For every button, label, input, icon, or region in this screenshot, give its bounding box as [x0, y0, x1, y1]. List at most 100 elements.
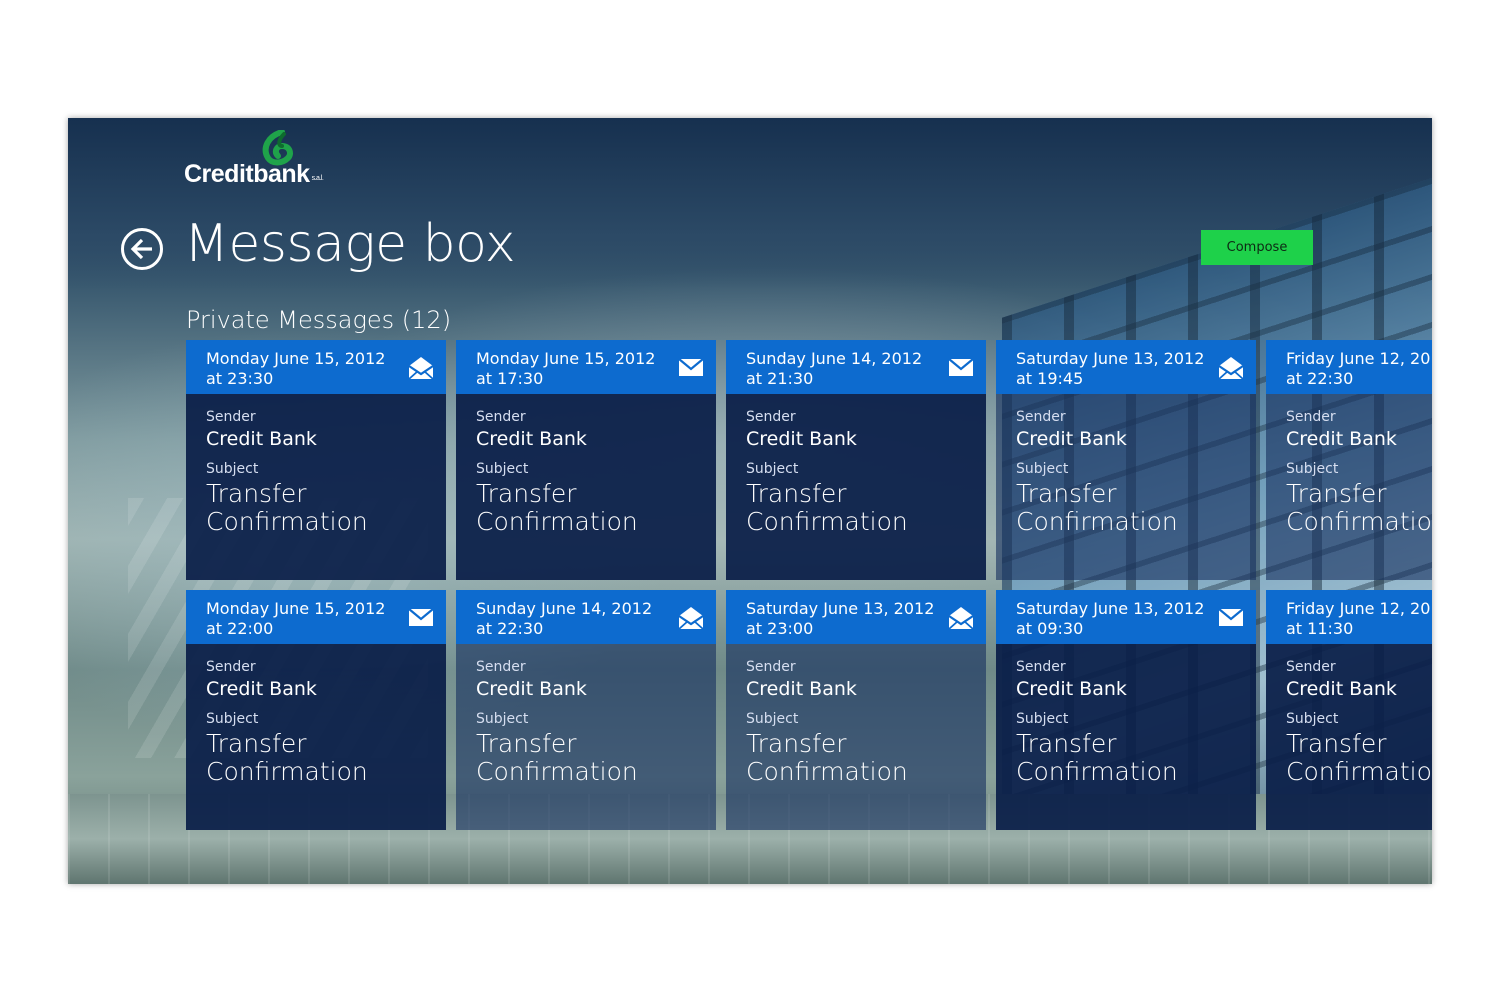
- sender-value: Credit Bank: [746, 678, 857, 700]
- message-time: at 22:30: [1286, 369, 1354, 388]
- subject-line-2: Confirmation: [1286, 757, 1432, 786]
- subject-label: Subject: [746, 461, 799, 477]
- subject-label: Subject: [206, 461, 259, 477]
- page-title: Message box: [184, 214, 516, 274]
- message-date: Friday June 12, 2012: [1286, 599, 1432, 618]
- sender-value: Credit Bank: [206, 428, 317, 450]
- subject-line-2: Confirmation: [206, 757, 368, 786]
- message-card-body: Sender Credit Bank Subject Transfer Conf…: [456, 394, 716, 580]
- subject-line-2: Confirmation: [746, 757, 908, 786]
- brand-name: Creditbank s.a.l.: [184, 160, 324, 188]
- sender-value: Credit Bank: [1016, 428, 1127, 450]
- subject-label: Subject: [1016, 461, 1069, 477]
- sender-label: Sender: [1286, 659, 1336, 675]
- subject-line-1: Transfer: [476, 479, 577, 508]
- message-card[interactable]: Friday June 12, 2012 at 22:30 Sender Cre…: [1266, 340, 1432, 580]
- subject-label: Subject: [1016, 711, 1069, 727]
- subject-label: Subject: [476, 461, 529, 477]
- message-card-body: Sender Credit Bank Subject Transfer Conf…: [186, 394, 446, 580]
- message-card-body: Sender Credit Bank Subject Transfer Conf…: [456, 644, 716, 830]
- sender-value: Credit Bank: [746, 428, 857, 450]
- subject-label: Subject: [1286, 711, 1339, 727]
- message-card-header: Saturday June 13, 2012 at 19:45: [996, 340, 1256, 394]
- sender-value: Credit Bank: [476, 428, 587, 450]
- message-time: at 11:30: [1286, 619, 1354, 638]
- subject-line-2: Confirmation: [1016, 507, 1178, 536]
- subject-line-2: Confirmation: [476, 507, 638, 536]
- subject-line-2: Confirmation: [1286, 507, 1432, 536]
- message-card-body: Sender Credit Bank Subject Transfer Conf…: [726, 644, 986, 830]
- message-card-body: Sender Credit Bank Subject Transfer Conf…: [1266, 394, 1432, 580]
- message-card-body: Sender Credit Bank Subject Transfer Conf…: [996, 394, 1256, 580]
- message-card[interactable]: Saturday June 13, 2012 at 23:00 Sender C…: [726, 590, 986, 830]
- brand-suffix: s.a.l.: [311, 175, 324, 182]
- section-title: Private Messages (12): [186, 306, 452, 334]
- message-card[interactable]: Saturday June 13, 2012 at 09:30 Sender C…: [996, 590, 1256, 830]
- subject-label: Subject: [746, 711, 799, 727]
- back-button[interactable]: [121, 228, 163, 270]
- subject-line-1: Transfer: [476, 729, 577, 758]
- subject-line-2: Confirmation: [206, 507, 368, 536]
- message-card[interactable]: Sunday June 14, 2012 at 22:30 Sender Cre…: [456, 590, 716, 830]
- compose-button[interactable]: Compose: [1201, 230, 1313, 265]
- sender-value: Credit Bank: [476, 678, 587, 700]
- message-card-header: Saturday June 13, 2012 at 09:30: [996, 590, 1256, 644]
- subject-line-1: Transfer: [1016, 479, 1117, 508]
- subject-line-2: Confirmation: [746, 507, 908, 536]
- message-card[interactable]: Monday June 15, 2012 at 23:30 Sender Cre…: [186, 340, 446, 580]
- open-envelope-icon: [408, 356, 434, 380]
- open-envelope-icon: [678, 606, 704, 630]
- message-card-body: Sender Credit Bank Subject Transfer Conf…: [726, 394, 986, 580]
- subject-line-1: Transfer: [206, 729, 307, 758]
- message-card-header: Sunday June 14, 2012 at 21:30: [726, 340, 986, 394]
- sender-label: Sender: [746, 409, 796, 425]
- message-card-body: Sender Credit Bank Subject Transfer Conf…: [186, 644, 446, 830]
- message-card-body: Sender Credit Bank Subject Transfer Conf…: [996, 644, 1256, 830]
- sender-label: Sender: [1016, 659, 1066, 675]
- sender-label: Sender: [746, 659, 796, 675]
- subject-line-1: Transfer: [1286, 479, 1387, 508]
- sender-label: Sender: [476, 659, 526, 675]
- message-grid: Monday June 15, 2012 at 23:30 Sender Cre…: [186, 340, 1432, 830]
- message-date: Friday June 12, 2012: [1286, 349, 1432, 368]
- message-card[interactable]: Sunday June 14, 2012 at 21:30 Sender Cre…: [726, 340, 986, 580]
- open-envelope-icon: [948, 606, 974, 630]
- message-card[interactable]: Monday June 15, 2012 at 17:30 Sender Cre…: [456, 340, 716, 580]
- message-card[interactable]: Friday June 12, 2012 at 11:30 Sender Cre…: [1266, 590, 1432, 830]
- sender-label: Sender: [1016, 409, 1066, 425]
- message-card[interactable]: Monday June 15, 2012 at 22:00 Sender Cre…: [186, 590, 446, 830]
- subject-line-2: Confirmation: [476, 757, 638, 786]
- subject-label: Subject: [476, 711, 529, 727]
- subject-line-1: Transfer: [746, 479, 847, 508]
- sender-value: Credit Bank: [1286, 428, 1397, 450]
- sender-value: Credit Bank: [1016, 678, 1127, 700]
- open-envelope-icon: [1218, 356, 1244, 380]
- message-card-header: Friday June 12, 2012 at 22:30: [1266, 340, 1432, 394]
- message-card[interactable]: Saturday June 13, 2012 at 19:45 Sender C…: [996, 340, 1256, 580]
- subject-label: Subject: [1286, 461, 1339, 477]
- envelope-icon: [1218, 606, 1244, 628]
- subject-line-2: Confirmation: [1016, 757, 1178, 786]
- message-card-header: Monday June 15, 2012 at 23:30: [186, 340, 446, 394]
- envelope-icon: [948, 356, 974, 378]
- sender-value: Credit Bank: [206, 678, 317, 700]
- sender-label: Sender: [1286, 409, 1336, 425]
- subject-label: Subject: [206, 711, 259, 727]
- sender-label: Sender: [476, 409, 526, 425]
- sender-label: Sender: [206, 659, 256, 675]
- creditbank-logo: Creditbank s.a.l.: [184, 130, 324, 192]
- sender-value: Credit Bank: [1286, 678, 1397, 700]
- app-window: Creditbank s.a.l. Message box Compose Pri…: [68, 118, 1432, 884]
- message-card-header: Monday June 15, 2012 at 17:30: [456, 340, 716, 394]
- message-card-header: Monday June 15, 2012 at 22:00: [186, 590, 446, 644]
- back-arrow-icon: [130, 238, 152, 260]
- envelope-icon: [408, 606, 434, 628]
- subject-line-1: Transfer: [206, 479, 307, 508]
- subject-line-1: Transfer: [746, 729, 847, 758]
- message-card-header: Sunday June 14, 2012 at 22:30: [456, 590, 716, 644]
- message-card-body: Sender Credit Bank Subject Transfer Conf…: [1266, 644, 1432, 830]
- message-card-header: Friday June 12, 2012 at 11:30: [1266, 590, 1432, 644]
- subject-line-1: Transfer: [1286, 729, 1387, 758]
- envelope-icon: [678, 356, 704, 378]
- sender-label: Sender: [206, 409, 256, 425]
